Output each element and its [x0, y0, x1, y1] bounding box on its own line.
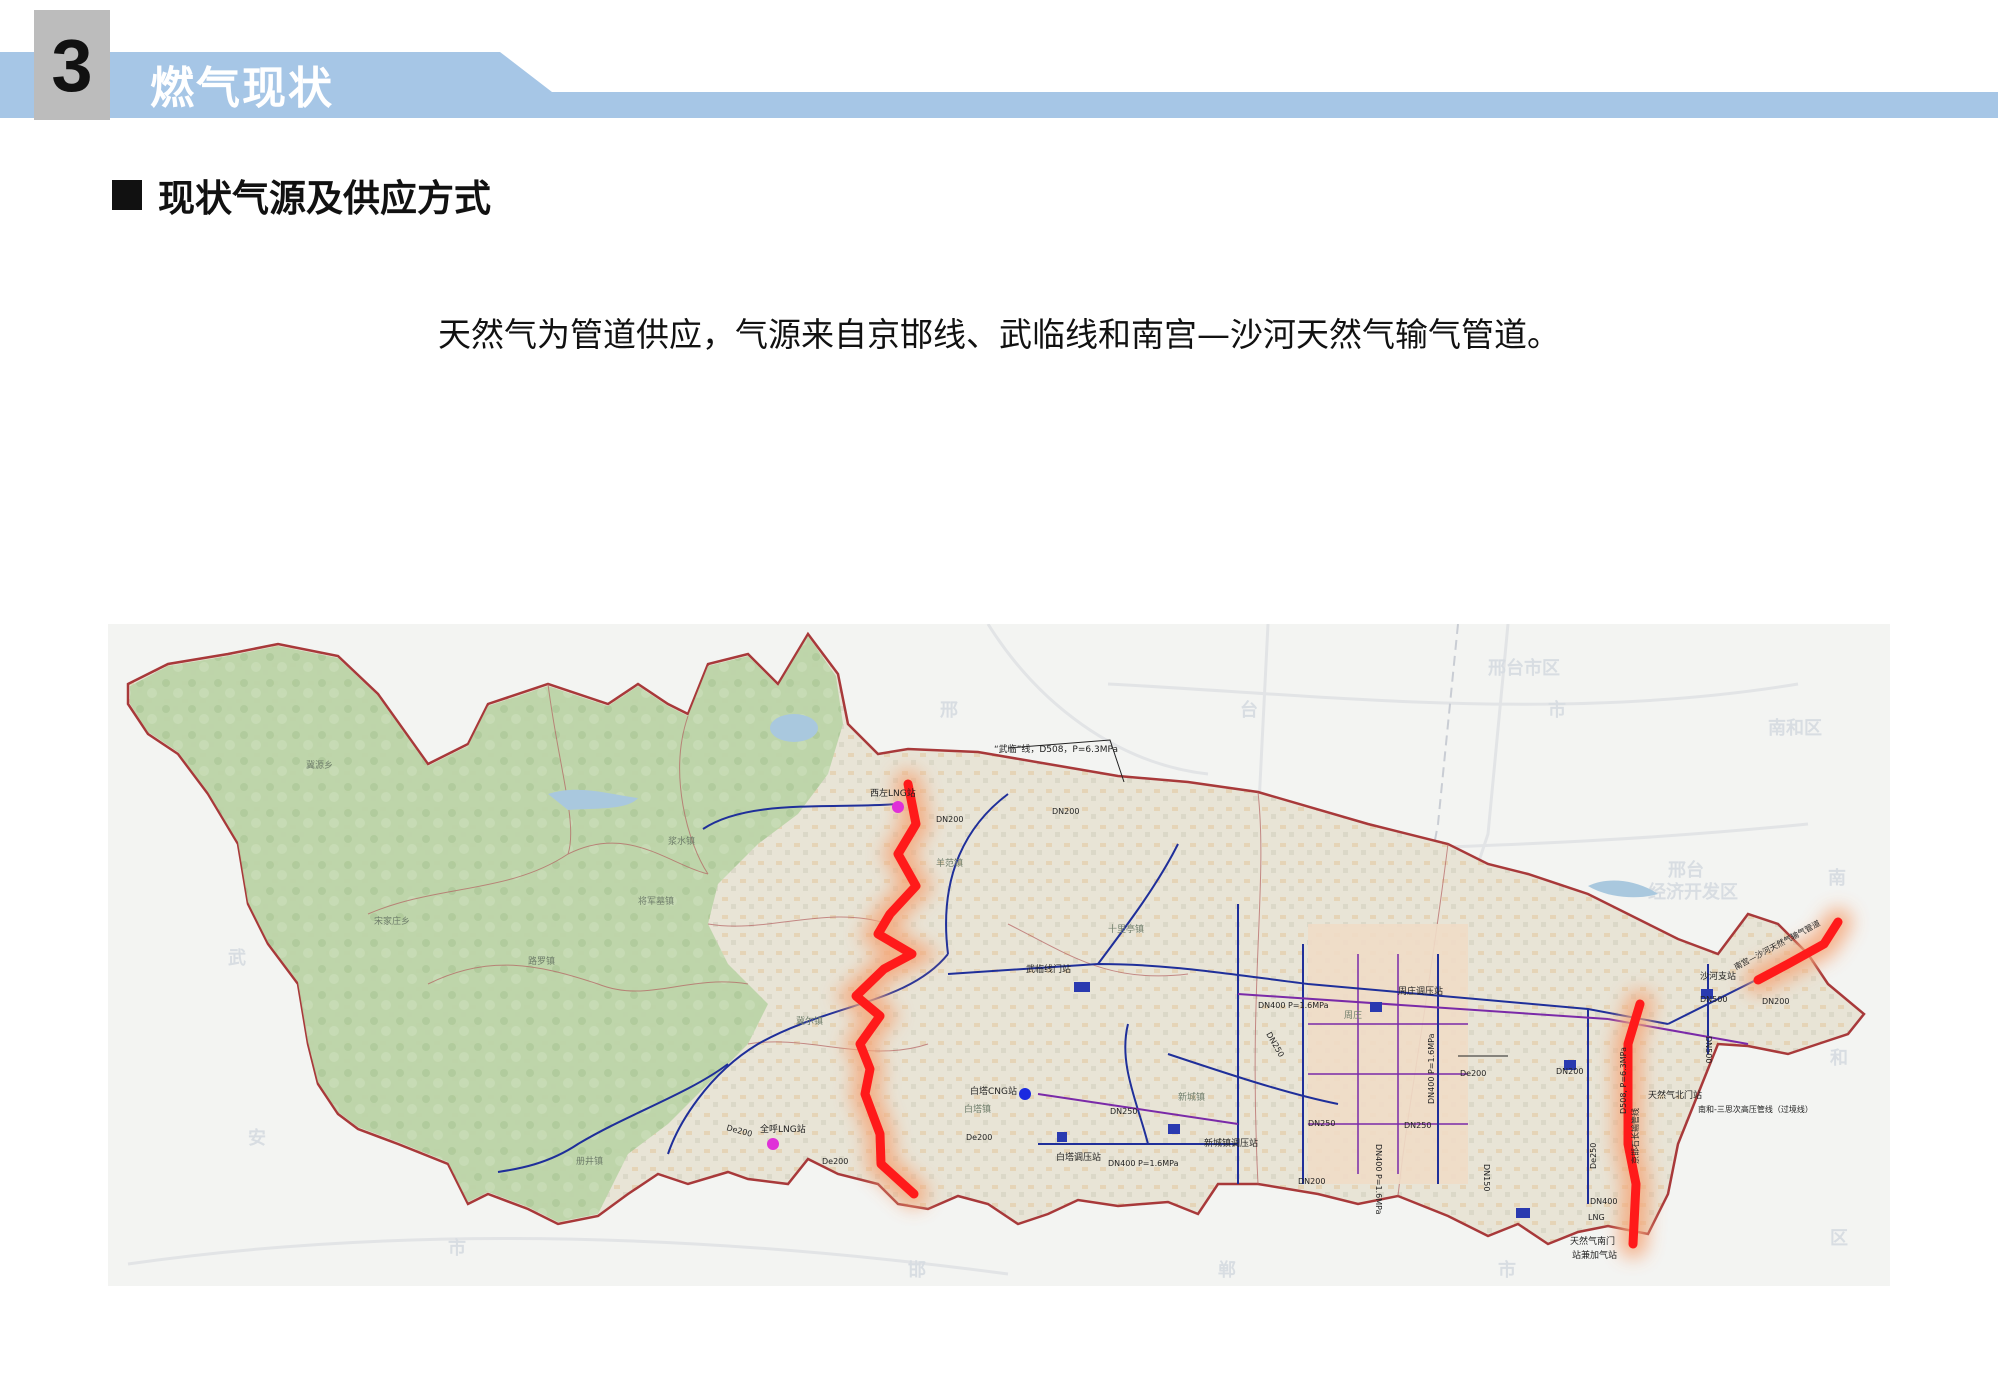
- wulin-line-label: “武临”线，D508，P=6.3MPa: [994, 743, 1118, 755]
- shahe-branch-label: 沙河支站: [1700, 970, 1736, 982]
- svg-text:武: 武: [228, 948, 246, 969]
- svg-text:台: 台: [1240, 699, 1258, 721]
- svg-text:浆水镇: 浆水镇: [668, 835, 695, 847]
- svg-text:邢台: 邢台: [1668, 859, 1704, 881]
- svg-text:DN400 P=1.6MPa: DN400 P=1.6MPa: [1374, 1144, 1383, 1215]
- svg-text:DN500: DN500: [1704, 1036, 1713, 1063]
- svg-text:十里亭镇: 十里亭镇: [1108, 923, 1144, 935]
- svg-text:DN400 P=1.6MPa: DN400 P=1.6MPa: [1427, 1033, 1436, 1104]
- lng-tag: LNG: [1588, 1213, 1605, 1222]
- svg-text:郸: 郸: [1218, 1259, 1236, 1281]
- svg-text:De200: De200: [822, 1157, 848, 1166]
- svg-text:新城镇: 新城镇: [1178, 1091, 1205, 1103]
- svg-text:DN200: DN200: [1762, 997, 1789, 1006]
- south-gate-label-1: 天然气南门: [1570, 1235, 1615, 1247]
- svg-text:羊范镇: 羊范镇: [936, 857, 963, 869]
- svg-text:区: 区: [1830, 1228, 1848, 1249]
- svg-text:DN200: DN200: [936, 815, 963, 824]
- quanhu-lng-label: 全呼LNG站: [760, 1123, 806, 1135]
- svg-text:将军墓镇: 将军墓镇: [638, 895, 674, 907]
- zhouzhuang-reg-station-icon: [1370, 1002, 1382, 1012]
- svg-text:市: 市: [448, 1237, 466, 1259]
- svg-text:安: 安: [248, 1127, 266, 1149]
- svg-text:冀尔镇: 冀尔镇: [796, 1015, 823, 1027]
- svg-text:De200: De200: [1460, 1069, 1486, 1078]
- subheading-text: 现状气源及供应方式: [158, 177, 491, 220]
- baita-reg-label: 白塔调压站: [1056, 1151, 1101, 1163]
- xincheng-reg-station-icon: [1168, 1124, 1180, 1134]
- svg-text:邢: 邢: [940, 700, 958, 721]
- section-title: 燃气现状: [150, 63, 334, 114]
- svg-text:DN400 P=1.6MPa: DN400 P=1.6MPa: [1108, 1159, 1179, 1168]
- jinghan-line-label: 京邯石长输管线: [1630, 1108, 1640, 1164]
- description-text: 天然气为管道供应，气源来自京邯线、武临线和南宫—沙河天然气输气管道。: [438, 315, 1560, 354]
- svg-text:DN500: DN500: [1700, 995, 1727, 1004]
- square-bullet-icon: [112, 180, 142, 210]
- svg-text:市: 市: [1498, 1259, 1516, 1281]
- svg-text:De200: De200: [966, 1133, 992, 1142]
- svg-text:DN200: DN200: [1298, 1177, 1325, 1186]
- svg-text:路罗镇: 路罗镇: [528, 955, 555, 967]
- svg-text:周庄: 周庄: [1344, 1009, 1362, 1021]
- svg-text:冀源乡: 冀源乡: [306, 759, 333, 771]
- svg-text:邯: 邯: [908, 1259, 926, 1281]
- baita-cng-station-icon: [1019, 1088, 1031, 1100]
- south-gate-label-2: 站兼加气站: [1572, 1249, 1617, 1261]
- svg-text:册井镇: 册井镇: [576, 1155, 603, 1167]
- svg-text:D508, P=6.3MPa: D508, P=6.3MPa: [1619, 1047, 1628, 1114]
- svg-text:DN250: DN250: [1308, 1119, 1335, 1128]
- svg-text:DN400 P=1.6MPa: DN400 P=1.6MPa: [1258, 1001, 1329, 1010]
- gas-supply-map: 邢 台 市 邢台市区 南和区 邢台 经济开发区 邯 郸 市 南 和 区 武 安 …: [108, 624, 1890, 1286]
- svg-text:DN400: DN400: [1590, 1197, 1617, 1206]
- baita-cng-label: 白塔CNG站: [970, 1085, 1017, 1097]
- svg-text:南和区: 南和区: [1768, 717, 1822, 739]
- svg-text:白塔镇: 白塔镇: [964, 1103, 991, 1115]
- svg-text:DN250: DN250: [1404, 1121, 1431, 1130]
- svg-text:De250: De250: [1589, 1143, 1598, 1169]
- urban-area: [1308, 924, 1468, 1184]
- wulin-gate-label: 武临线门站: [1026, 963, 1071, 975]
- xincheng-reg-label: 新城镇调压站: [1204, 1137, 1258, 1149]
- svg-text:宋家庄乡: 宋家庄乡: [374, 915, 410, 927]
- svg-text:邢台市区: 邢台市区: [1488, 657, 1560, 679]
- xizuo-lng-label: 西左LNG站: [870, 787, 916, 799]
- subheading: 现状气源及供应方式: [112, 168, 491, 222]
- xizuo-lng-station-icon: [892, 801, 904, 813]
- baita-reg-station-icon: [1057, 1132, 1067, 1142]
- svg-text:南: 南: [1828, 867, 1846, 889]
- svg-text:和: 和: [1830, 1048, 1848, 1069]
- svg-text:市: 市: [1548, 699, 1566, 721]
- svg-text:DN200: DN200: [1556, 1067, 1583, 1076]
- svg-text:DN250: DN250: [1110, 1107, 1137, 1116]
- nanhe-line-label: 南和-三思次高压管线（过境线）: [1698, 1104, 1813, 1114]
- svg-text:DN200: DN200: [1052, 807, 1079, 816]
- section-number: 3: [34, 10, 110, 120]
- zhouzhuang-reg-label: 周庄调压站: [1398, 985, 1443, 997]
- wulin-gate-station-icon: [1074, 982, 1090, 992]
- svg-text:经济开发区: 经济开发区: [1648, 881, 1738, 903]
- south-gate-lng-icon: [1516, 1208, 1530, 1218]
- svg-text:DN150: DN150: [1482, 1164, 1491, 1191]
- quanhu-lng-station-icon: [767, 1138, 779, 1150]
- north-gate-label: 天然气北门站: [1648, 1089, 1702, 1101]
